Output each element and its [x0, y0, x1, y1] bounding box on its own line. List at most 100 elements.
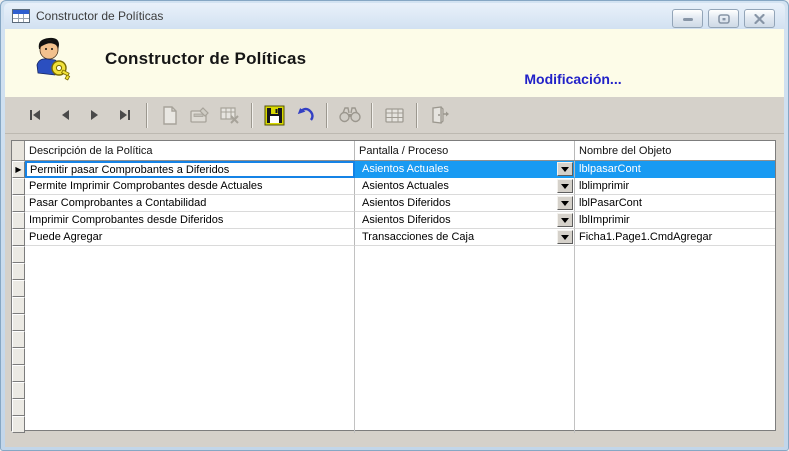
combobox-value: Asientos Actuales	[362, 180, 557, 192]
save-icon	[264, 105, 285, 126]
mode-status-label: Modificación...	[503, 71, 643, 87]
maximize-icon	[718, 14, 730, 24]
chevron-down-icon	[561, 201, 569, 206]
exit-button[interactable]	[426, 102, 453, 129]
cell-descripcion[interactable]: Pasar Comprobantes a Contabilidad	[25, 195, 355, 212]
window-title: Constructor de Políticas	[36, 9, 163, 23]
save-button[interactable]	[261, 102, 288, 129]
next-record-icon	[90, 109, 100, 121]
grid-header-row: Descripción de la Política Pantalla / Pr…	[12, 141, 775, 161]
binoculars-icon	[339, 107, 361, 123]
table-row: ▶ Permitir pasar Comprobantes a Diferido…	[12, 161, 775, 178]
row-selector[interactable]	[12, 365, 25, 382]
toolbar	[5, 97, 784, 134]
close-icon	[754, 14, 765, 24]
row-selector[interactable]	[12, 297, 25, 314]
delete-record-icon	[220, 106, 240, 124]
find-button[interactable]	[336, 102, 363, 129]
last-record-icon	[118, 109, 132, 121]
chevron-down-icon	[561, 218, 569, 223]
row-selector-header	[12, 141, 25, 160]
next-record-button[interactable]	[81, 102, 108, 129]
cell-pantalla-combobox[interactable]: Asientos Diferidos	[355, 212, 575, 229]
undo-button[interactable]	[291, 102, 318, 129]
grid-view-button[interactable]	[381, 102, 408, 129]
cell-pantalla-combobox[interactable]: Asientos Diferidos	[355, 195, 575, 212]
cell-descripcion[interactable]: Imprimir Comprobantes desde Diferidos	[25, 212, 355, 229]
previous-record-icon	[60, 109, 70, 121]
cell-descripcion[interactable]: Puede Agregar	[25, 229, 355, 246]
title-bar[interactable]: Constructor de Políticas	[4, 3, 785, 29]
row-selector[interactable]	[12, 263, 25, 280]
row-selector[interactable]	[12, 348, 25, 365]
cell-descripcion[interactable]: Permite Imprimir Comprobantes desde Actu…	[25, 178, 355, 195]
row-selector[interactable]	[12, 229, 25, 246]
row-selector[interactable]	[12, 382, 25, 399]
chevron-down-icon	[561, 235, 569, 240]
cell-objeto[interactable]: Ficha1.Page1.CmdAgregar	[575, 229, 775, 246]
current-row-marker-icon: ▶	[15, 166, 21, 174]
cell-objeto[interactable]: lblImprimir	[575, 212, 775, 229]
person-with-key-icon	[29, 35, 71, 85]
cell-objeto[interactable]: lblimprimir	[575, 178, 775, 195]
last-record-button[interactable]	[111, 102, 138, 129]
row-selector[interactable]: ▶	[12, 161, 25, 178]
cell-descripcion[interactable]: Permitir pasar Comprobantes a Diferidos	[25, 161, 355, 178]
row-selector[interactable]	[12, 331, 25, 348]
grid-icon	[385, 108, 404, 123]
cell-pantalla-combobox[interactable]: Transacciones de Caja	[355, 229, 575, 246]
row-selector[interactable]	[12, 399, 25, 416]
row-selector[interactable]	[12, 314, 25, 331]
first-record-icon	[28, 109, 42, 121]
toolbar-separator	[251, 103, 253, 128]
grid-area: Descripción de la Política Pantalla / Pr…	[5, 134, 784, 447]
row-selector[interactable]	[12, 212, 25, 229]
table-row: Puede Agregar Transacciones de Caja Fich…	[12, 229, 775, 246]
cell-pantalla-combobox[interactable]: Asientos Actuales	[355, 178, 575, 195]
toolbar-separator	[416, 103, 418, 128]
dropdown-button[interactable]	[557, 179, 573, 193]
page-title: Constructor de Políticas	[105, 49, 306, 69]
new-record-button[interactable]	[156, 102, 183, 129]
dropdown-button[interactable]	[557, 162, 573, 176]
column-header-descripcion: Descripción de la Política	[25, 141, 355, 160]
minimize-icon	[682, 15, 694, 23]
dropdown-button[interactable]	[557, 213, 573, 227]
row-selector[interactable]	[12, 416, 25, 433]
toolbar-separator	[146, 103, 148, 128]
row-selector[interactable]	[12, 246, 25, 263]
form-icon	[12, 9, 30, 23]
empty-objeto-column	[575, 246, 775, 433]
empty-pantalla-column	[355, 246, 575, 433]
dropdown-button[interactable]	[557, 230, 573, 244]
row-selector[interactable]	[12, 280, 25, 297]
edit-record-button[interactable]	[186, 102, 213, 129]
close-button[interactable]	[744, 9, 775, 28]
new-record-icon	[162, 106, 178, 125]
dropdown-button[interactable]	[557, 196, 573, 210]
delete-record-button[interactable]	[216, 102, 243, 129]
table-row: Imprimir Comprobantes desde Diferidos As…	[12, 212, 775, 229]
edit-record-icon	[190, 106, 210, 124]
policies-grid: Descripción de la Política Pantalla / Pr…	[11, 140, 776, 431]
empty-descripcion-column	[25, 246, 355, 433]
maximize-button[interactable]	[708, 9, 739, 28]
row-selector[interactable]	[12, 178, 25, 195]
toolbar-separator	[371, 103, 373, 128]
header-band: Constructor de Políticas Modificación...	[5, 29, 784, 97]
first-record-button[interactable]	[21, 102, 48, 129]
grid-empty-area	[12, 246, 775, 433]
minimize-button[interactable]	[672, 9, 703, 28]
row-selector[interactable]	[12, 195, 25, 212]
cell-objeto[interactable]: lblpasarCont	[575, 161, 775, 178]
previous-record-button[interactable]	[51, 102, 78, 129]
cell-objeto[interactable]: lblPasarCont	[575, 195, 775, 212]
combobox-value: Asientos Diferidos	[362, 197, 557, 209]
exit-door-icon	[430, 106, 450, 124]
cell-pantalla-combobox[interactable]: Asientos Actuales	[355, 161, 575, 178]
table-row: Pasar Comprobantes a Contabilidad Asient…	[12, 195, 775, 212]
combobox-value: Transacciones de Caja	[362, 231, 557, 243]
undo-icon	[295, 107, 315, 123]
toolbar-separator	[326, 103, 328, 128]
chevron-down-icon	[561, 167, 569, 172]
